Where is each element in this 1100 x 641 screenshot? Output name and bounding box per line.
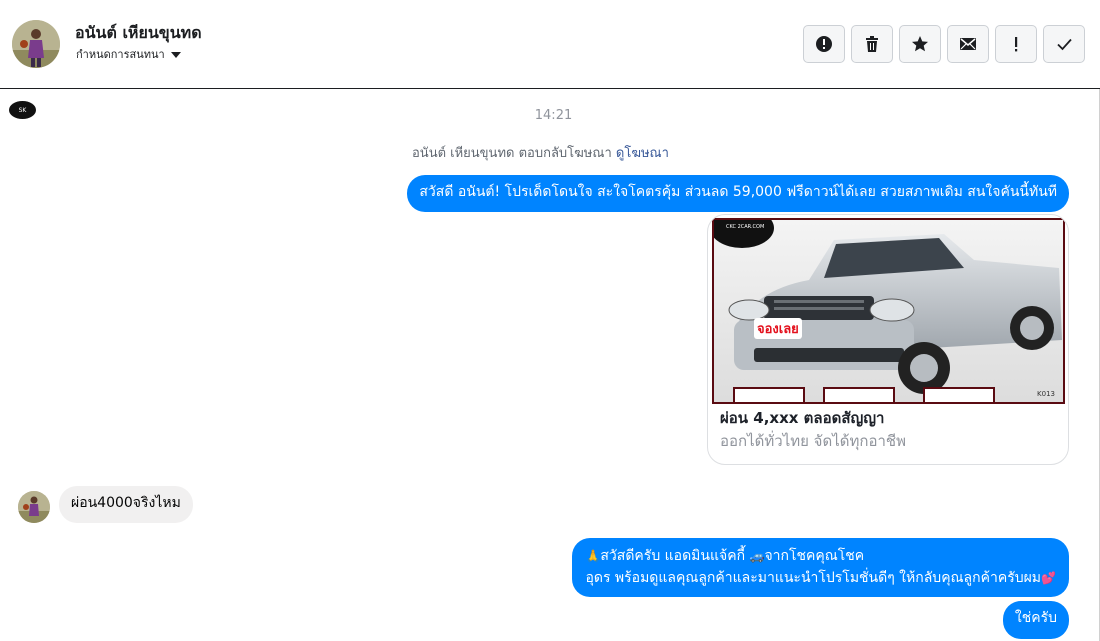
outgoing-message[interactable]: สวัสดี อนันต์! โปรเด็ดโดนใจ สะใจโคตรคุ้ม… <box>407 175 1069 212</box>
car-image[interactable]: CKC 2CAR.COM จองเลย K013 <box>712 218 1065 404</box>
conversation-toolbar <box>803 25 1085 63</box>
pray-emoji-icon: 🙏 <box>585 549 601 563</box>
trash-icon <box>866 36 878 52</box>
ad-card[interactable]: CKC 2CAR.COM จองเลย K013 ผ่อน 4,xxx ตลอด… <box>707 214 1069 465</box>
ad-watermark: CKC 2CAR.COM <box>726 224 765 230</box>
outgoing-message[interactable]: ใช่ครับ <box>1002 601 1069 639</box>
star-button[interactable] <box>899 25 941 63</box>
contact-name[interactable]: อนันต์ เหียนขุนทด <box>75 21 202 46</box>
check-icon <box>1057 38 1072 51</box>
ad-card-title: ผ่อน 4,xxx ตลอดสัญญา <box>720 409 885 427</box>
mark-unread-button[interactable] <box>947 25 989 63</box>
conversation-label-text: กำหนดการสนทนา <box>76 48 165 61</box>
ad-code: K013 <box>1037 390 1055 398</box>
message-thread[interactable]: SK 14:21 อนันต์ เหียนขุนทด ตอบกลับโฆษณา … <box>0 89 1100 641</box>
contact-avatar[interactable] <box>12 20 60 68</box>
conversation-header: อนันต์ เหียนขุนทด กำหนดการสนทนา <box>0 0 1100 89</box>
delete-button[interactable] <box>851 25 893 63</box>
important-button[interactable] <box>995 25 1037 63</box>
conversation-label-dropdown[interactable]: กำหนดการสนทนา <box>76 45 181 63</box>
message-timestamp: 14:21 <box>534 108 573 123</box>
alert-circle-icon <box>816 36 832 52</box>
ad-stamp: จองเลย <box>754 318 802 339</box>
message-line: อุดร พร้อมดูแลคุณลูกค้าและมาแนะนำโปรโมชั… <box>585 570 1056 586</box>
hearts-emoji-icon: 💕 <box>1041 571 1056 585</box>
ad-reply-text: อนันต์ เหียนขุนทด ตอบกลับโฆษณา <box>412 146 612 161</box>
star-icon <box>912 36 928 52</box>
exclamation-icon <box>1015 37 1018 52</box>
ad-card-subtitle: ออกได้ทั่วไทย จัดได้ทุกอาชีพ <box>720 432 906 450</box>
outgoing-message[interactable]: 🙏สวัสดีครับ แอดมินแจ้คกี้ 🚙จากโชคคุณโชค … <box>572 538 1069 597</box>
caret-down-icon <box>170 51 181 58</box>
ad-reply-notice: อนันต์ เหียนขุนทด ตอบกลับโฆษณา ดูโฆษณา <box>412 142 669 163</box>
view-ad-link[interactable]: ดูโฆษณา <box>616 146 669 161</box>
sender-avatar[interactable] <box>18 491 50 523</box>
envelope-icon <box>960 38 976 50</box>
car-emoji-icon: 🚙 <box>749 549 765 563</box>
mark-done-button[interactable] <box>1043 25 1085 63</box>
incoming-message[interactable]: ผ่อน4000จริงไหม <box>59 486 193 523</box>
report-button[interactable] <box>803 25 845 63</box>
message-line: 🙏สวัสดีครับ แอดมินแจ้คกี้ 🚙จากโชคคุณโชค <box>585 548 865 564</box>
